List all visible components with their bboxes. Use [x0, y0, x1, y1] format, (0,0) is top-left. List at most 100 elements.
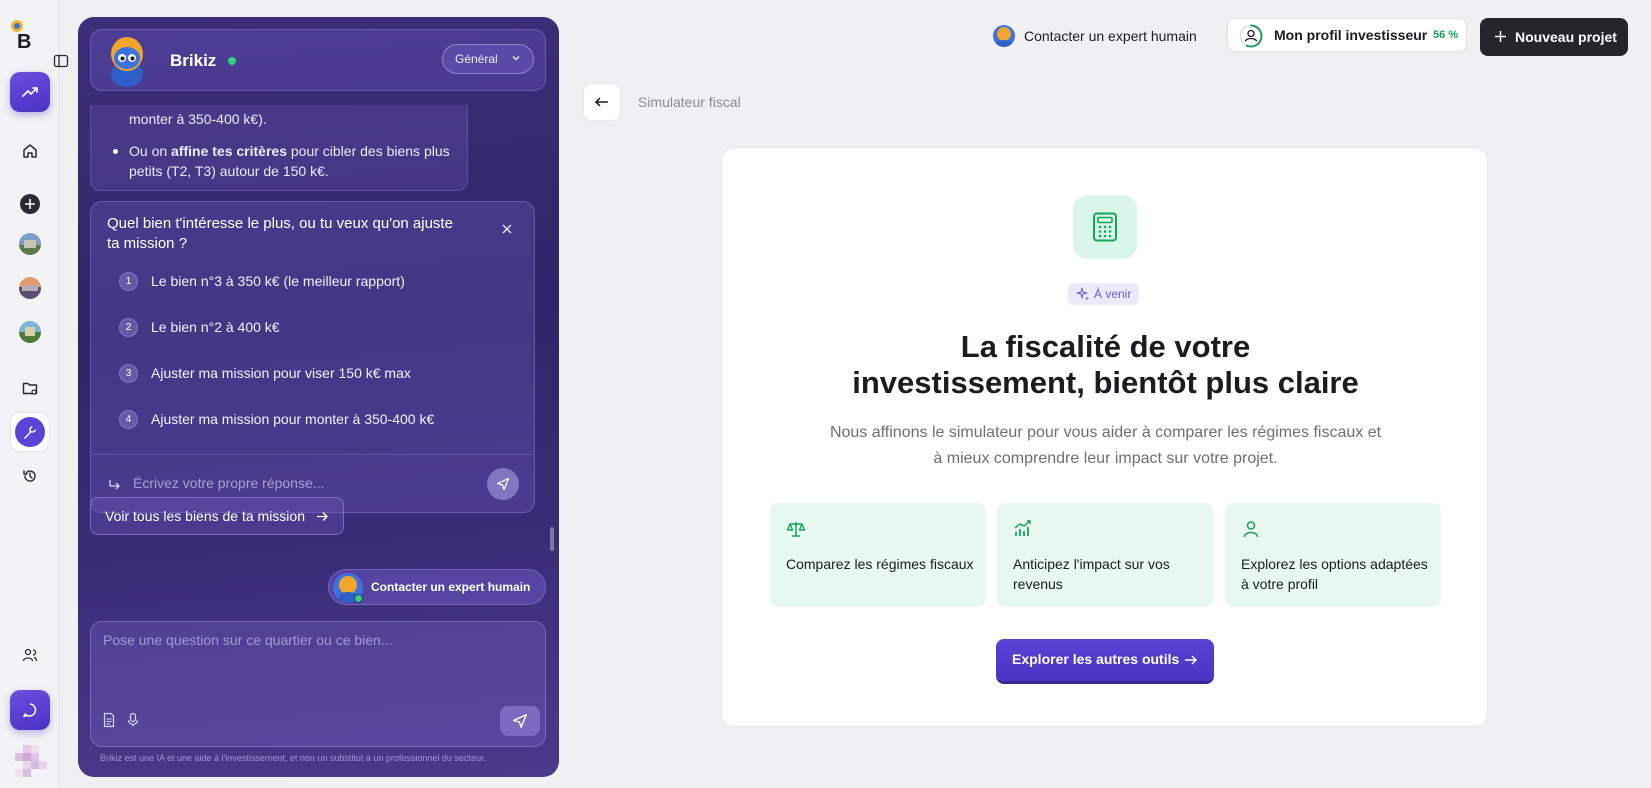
send-icon	[496, 477, 510, 491]
breadcrumb: Simulateur fiscal	[638, 94, 741, 110]
message-composer	[90, 621, 546, 747]
coming-soon-badge: À venir	[1068, 283, 1140, 305]
divider	[91, 454, 534, 455]
history-icon[interactable]	[19, 465, 41, 487]
ai-disclaimer: Brikiz est une IA et une aide à l'invest…	[100, 753, 486, 763]
bullet-bold: affine tes critères	[171, 143, 287, 159]
microphone-icon[interactable]	[125, 712, 141, 728]
profile-completion: 56 %	[1433, 29, 1459, 41]
profile-progress-ring	[1239, 24, 1263, 48]
chevron-down-icon	[512, 56, 520, 61]
trend-icon	[22, 87, 38, 97]
scale-icon	[786, 522, 806, 537]
brand-logo[interactable]: B	[9, 18, 37, 50]
reply-send-button[interactable]	[487, 468, 519, 500]
option-label: Ajuster ma mission pour monter à 350-400…	[151, 411, 435, 427]
feature-card-anticipate: Anticipez l'impact sur vos revenus	[997, 503, 1213, 607]
explore-label: Explorer les autres outils	[1012, 651, 1180, 667]
user-icon	[1243, 521, 1259, 538]
reply-arrow-icon	[109, 480, 120, 490]
chat-panel: Brikiz Général monter à 350-400 k€). Ou …	[78, 17, 559, 777]
online-status-dot	[228, 57, 236, 65]
option-number: 1	[119, 271, 138, 291]
feature-card-explore: Explorez les options adaptées à votre pr…	[1225, 503, 1441, 607]
nav-tools-button[interactable]	[10, 412, 50, 452]
nav-dashboard-button[interactable]	[10, 72, 50, 112]
page-title: La fiscalité de votre investissement, bi…	[722, 329, 1489, 401]
option-3[interactable]: 3 Ajuster ma mission pour viser 150 k€ ma…	[119, 362, 411, 384]
feature-card-compare: Comparez les régimes fiscaux	[770, 503, 986, 607]
mode-select[interactable]: Général	[442, 44, 534, 74]
coming-soon-card: À venir La fiscalité de votre investisse…	[721, 147, 1488, 727]
see-all-label: Voir tous les biens de ta mission	[105, 508, 305, 524]
left-rail: B	[0, 0, 60, 788]
project-thumb-2[interactable]	[19, 277, 41, 299]
new-project-button[interactable]: Nouveau projet	[1480, 18, 1628, 56]
bullet-prefix: Ou on	[129, 143, 172, 159]
chat-icon	[23, 703, 37, 718]
subtitle-line-2: à mieux comprendre leur impact sur votre…	[933, 450, 1278, 467]
option-number: 4	[119, 409, 138, 429]
title-line-2: investissement, bientôt plus claire	[852, 365, 1359, 400]
subtitle-line-1: Nous affinons le simulateur pour vous ai…	[829, 424, 1382, 441]
wrench-icon	[24, 426, 36, 439]
nav-chat-button[interactable]	[10, 690, 50, 730]
bullet-dot	[113, 149, 118, 154]
user-avatar[interactable]	[15, 745, 47, 777]
project-thumb-1[interactable]	[19, 233, 41, 255]
send-icon	[513, 714, 527, 728]
calculator-tile	[1073, 195, 1137, 259]
contact-expert-pill[interactable]: Contacter un expert humain	[328, 569, 546, 605]
add-project-icon[interactable]	[19, 193, 41, 215]
sidebar-toggle-icon[interactable]	[53, 53, 69, 69]
home-icon[interactable]	[19, 140, 41, 162]
custom-reply-input[interactable]	[133, 470, 473, 496]
investor-profile-button[interactable]: Mon profil investisseur 56 %	[1227, 18, 1467, 52]
back-button[interactable]	[583, 83, 621, 121]
feature-label: Explorez les options adaptées à votre pr…	[1241, 556, 1428, 592]
option-2[interactable]: 2 Le bien n°2 à 400 k€	[119, 316, 280, 338]
close-icon[interactable]	[500, 222, 514, 236]
expert-pill-label: Contacter un expert humain	[371, 580, 531, 594]
explore-tools-button[interactable]: Explorer les autres outils	[996, 639, 1214, 681]
option-1[interactable]: 1 Le bien n°3 à 350 k€ (le meilleur rappo…	[119, 270, 405, 292]
folder-icon[interactable]	[19, 377, 41, 399]
page-subtitle: Nous affinons le simulateur pour vous ai…	[722, 420, 1489, 472]
send-message-button[interactable]	[500, 706, 540, 736]
assistant-message: monter à 350-400 k€). Ou on affine tes c…	[90, 105, 468, 191]
option-label: Le bien n°2 à 400 k€	[151, 319, 280, 335]
title-line-1: La fiscalité de votre	[960, 329, 1251, 364]
option-number: 3	[119, 363, 138, 383]
svg-text:B: B	[17, 31, 31, 50]
arrow-right-icon	[317, 512, 328, 521]
option-label: Ajuster ma mission pour viser 150 k€ max	[151, 365, 411, 381]
arrow-right-icon	[1185, 655, 1197, 665]
message-bullet: Ou on affine tes critères pour cibler de…	[129, 141, 459, 181]
feature-label: Comparez les régimes fiscaux	[786, 556, 974, 572]
profile-label: Mon profil investisseur	[1274, 27, 1428, 43]
bot-avatar	[111, 37, 143, 87]
chat-scrollbar[interactable]	[550, 527, 554, 551]
arrow-left-icon	[594, 97, 608, 107]
expert-avatar	[993, 25, 1015, 47]
users-icon[interactable]	[19, 644, 41, 666]
top-expert-label: Contacter un expert humain	[1024, 28, 1197, 44]
mode-select-value: Général	[455, 52, 498, 66]
question-card: Quel bien t'intéresse le plus, ou tu veu…	[90, 201, 535, 513]
badge-label: À venir	[1094, 287, 1132, 301]
online-status-dot	[354, 594, 363, 603]
top-contact-expert-link[interactable]: Contacter un expert humain	[993, 24, 1197, 48]
message-input[interactable]	[103, 632, 523, 692]
bot-name: Brikiz	[170, 51, 217, 70]
option-4[interactable]: 4 Ajuster ma mission pour monter à 350-40…	[119, 408, 434, 430]
chart-icon	[1014, 520, 1031, 536]
project-thumb-3[interactable]	[19, 321, 41, 343]
new-project-label: Nouveau projet	[1515, 29, 1617, 45]
message-line: monter à 350-400 k€).	[129, 111, 267, 127]
feature-label: Anticipez l'impact sur vos revenus	[1013, 556, 1170, 592]
option-label: Le bien n°3 à 350 k€ (le meilleur rappor…	[151, 273, 405, 289]
question-text: Quel bien t'intéresse le plus, ou tu veu…	[107, 215, 453, 252]
document-icon[interactable]	[101, 712, 117, 728]
sparkles-icon	[1076, 287, 1089, 301]
see-all-properties-button[interactable]: Voir tous les biens de ta mission	[90, 497, 344, 535]
